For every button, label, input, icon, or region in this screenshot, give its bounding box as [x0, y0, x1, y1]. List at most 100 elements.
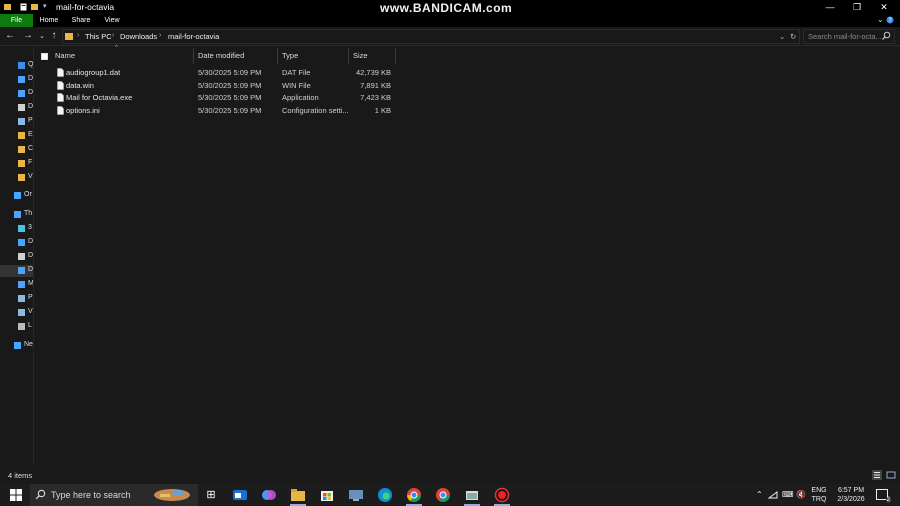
nav-item[interactable]: D [18, 251, 33, 263]
search-input[interactable]: Search mail-for-octa... [803, 29, 895, 44]
column-divider[interactable] [348, 48, 349, 64]
chrome-icon[interactable] [406, 487, 422, 503]
file-type: DAT File [282, 68, 311, 77]
file-date: 5/30/2025 5:09 PM [198, 93, 262, 103]
pen-tray-icon[interactable]: ⌨ [782, 490, 794, 499]
breadcrumb-separator-icon: › [159, 32, 162, 39]
column-divider[interactable] [193, 48, 194, 64]
file-explorer-icon[interactable] [290, 487, 306, 503]
column-size[interactable]: Size [353, 51, 368, 60]
file-name: options.ini [66, 106, 100, 116]
back-button[interactable]: ← [4, 30, 16, 41]
details-view-icon[interactable] [872, 470, 882, 480]
breadcrumb-this-pc[interactable]: This PC [85, 32, 112, 41]
column-divider[interactable] [395, 48, 396, 64]
game-window-icon[interactable] [464, 487, 480, 503]
tab-view[interactable]: View [100, 14, 124, 27]
navigation-pane: QuDDDPECFVOrTh3DDDMPVLNe [0, 46, 34, 466]
nav-item[interactable]: Or [14, 190, 32, 202]
new-folder-icon[interactable] [31, 3, 39, 11]
file-size: 42,739 KB [355, 68, 391, 77]
show-hidden-icons-icon[interactable]: ⌃ [756, 490, 763, 499]
nav-item[interactable]: F [18, 158, 33, 170]
clock-date: 2/3/2026 [837, 496, 865, 503]
nav-item-label: D [28, 266, 34, 273]
nav-item[interactable]: C [18, 144, 33, 156]
recent-locations-icon[interactable]: ⌄ [36, 32, 48, 40]
nav-item[interactable]: Ne [14, 340, 33, 352]
nav-item[interactable]: D [18, 74, 33, 86]
clock-time: 6:57 PM [837, 487, 865, 494]
copilot-icon[interactable] [261, 487, 277, 503]
nav-item[interactable]: V [18, 172, 33, 184]
tab-home[interactable]: Home [36, 14, 62, 27]
nav-item[interactable]: M [18, 279, 33, 291]
nav-item-label: 3 [28, 224, 32, 231]
address-bar[interactable]: › This PC › Downloads › mail-for-octavia… [62, 29, 800, 44]
nav-item[interactable]: D [18, 102, 33, 114]
search-placeholder: Search mail-for-octa... [808, 32, 882, 41]
nav-item[interactable]: V [18, 307, 33, 319]
file-row[interactable]: Mail for Octavia.exe 5/30/2025 5:09 PM App… [35, 92, 397, 104]
search-icon [35, 489, 46, 500]
help-icon[interactable]: ? [886, 16, 894, 24]
breadcrumb-downloads[interactable]: Downloads [120, 32, 157, 41]
nav-item[interactable]: D [18, 265, 34, 277]
nav-item[interactable]: E [18, 130, 33, 142]
column-name[interactable]: Name [55, 51, 75, 60]
remote-desktop-icon[interactable] [348, 487, 364, 503]
nav-item[interactable]: P [18, 116, 33, 128]
address-dropdown-icon[interactable]: ⌄ [779, 32, 785, 41]
minimize-button[interactable]: — [816, 1, 844, 13]
keyboard-layout: TRQ [811, 496, 827, 503]
network-icon[interactable] [768, 490, 778, 500]
up-button[interactable]: ↑ [48, 30, 60, 41]
video-icon [18, 309, 25, 316]
nav-item[interactable]: D [18, 88, 33, 100]
volume-muted-icon[interactable]: 🔇 [796, 490, 806, 499]
column-divider[interactable] [277, 48, 278, 64]
select-all-checkbox[interactable] [41, 53, 48, 60]
folder-icon[interactable] [4, 3, 12, 11]
breadcrumb-separator-icon: › [112, 32, 115, 39]
close-button[interactable]: ✕ [870, 1, 898, 13]
refresh-icon[interactable]: ↻ [790, 32, 796, 41]
properties-icon[interactable] [20, 3, 28, 11]
bandicam-record-icon[interactable] [494, 487, 510, 503]
file-size: 7,423 KB [360, 93, 391, 103]
file-row[interactable]: audiogroup1.dat 5/30/2025 5:09 PM DAT File… [35, 67, 397, 79]
clock[interactable]: 6:57 PM 2/3/2026 [834, 486, 868, 504]
large-icons-view-icon[interactable] [886, 470, 896, 480]
microsoft-store-icon[interactable] [319, 487, 335, 503]
taskbar-search-input[interactable]: Type here to search [30, 484, 198, 506]
maximize-button[interactable]: ❐ [843, 1, 871, 13]
nav-item-label: F [28, 159, 33, 166]
customize-dropdown-icon[interactable]: ▾ [43, 2, 51, 10]
nav-item[interactable]: L [18, 321, 33, 333]
folder-icon [18, 174, 25, 181]
nav-item[interactable]: Th [14, 209, 32, 221]
edge-icon[interactable] [377, 487, 393, 503]
nav-item[interactable]: D [18, 237, 33, 249]
windows-start-icon[interactable] [10, 489, 22, 501]
input-language[interactable]: ENG TRQ [808, 486, 830, 504]
column-header: ^ Name Date modified Type Size [35, 45, 397, 64]
nav-item[interactable]: Qu [18, 60, 33, 72]
forward-button[interactable]: → [22, 30, 34, 41]
chrome-profile-icon[interactable] [435, 487, 451, 503]
file-row[interactable]: data.win 5/30/2025 5:09 PM WIN File 7,891 K… [35, 80, 397, 92]
column-date-modified[interactable]: Date modified [198, 51, 244, 60]
nav-item[interactable]: P [18, 293, 33, 305]
language-code: ENG [811, 487, 827, 494]
expand-ribbon-icon[interactable]: ⌄ [877, 15, 884, 24]
column-type[interactable]: Type [282, 51, 298, 60]
tab-share[interactable]: Share [68, 14, 94, 27]
outlook-icon[interactable] [232, 487, 248, 503]
tab-file[interactable]: File [0, 14, 33, 27]
notification-center-icon[interactable]: 2 [876, 489, 891, 503]
nav-item[interactable]: 3 [18, 223, 33, 235]
file-row[interactable]: options.ini 5/30/2025 5:09 PM Configuratio… [35, 105, 397, 117]
file-date: 5/30/2025 5:09 PM [198, 68, 262, 77]
breadcrumb-mail-for-octavia[interactable]: mail-for-octavia [168, 32, 219, 41]
task-view-icon[interactable]: ⊞ [203, 487, 219, 503]
